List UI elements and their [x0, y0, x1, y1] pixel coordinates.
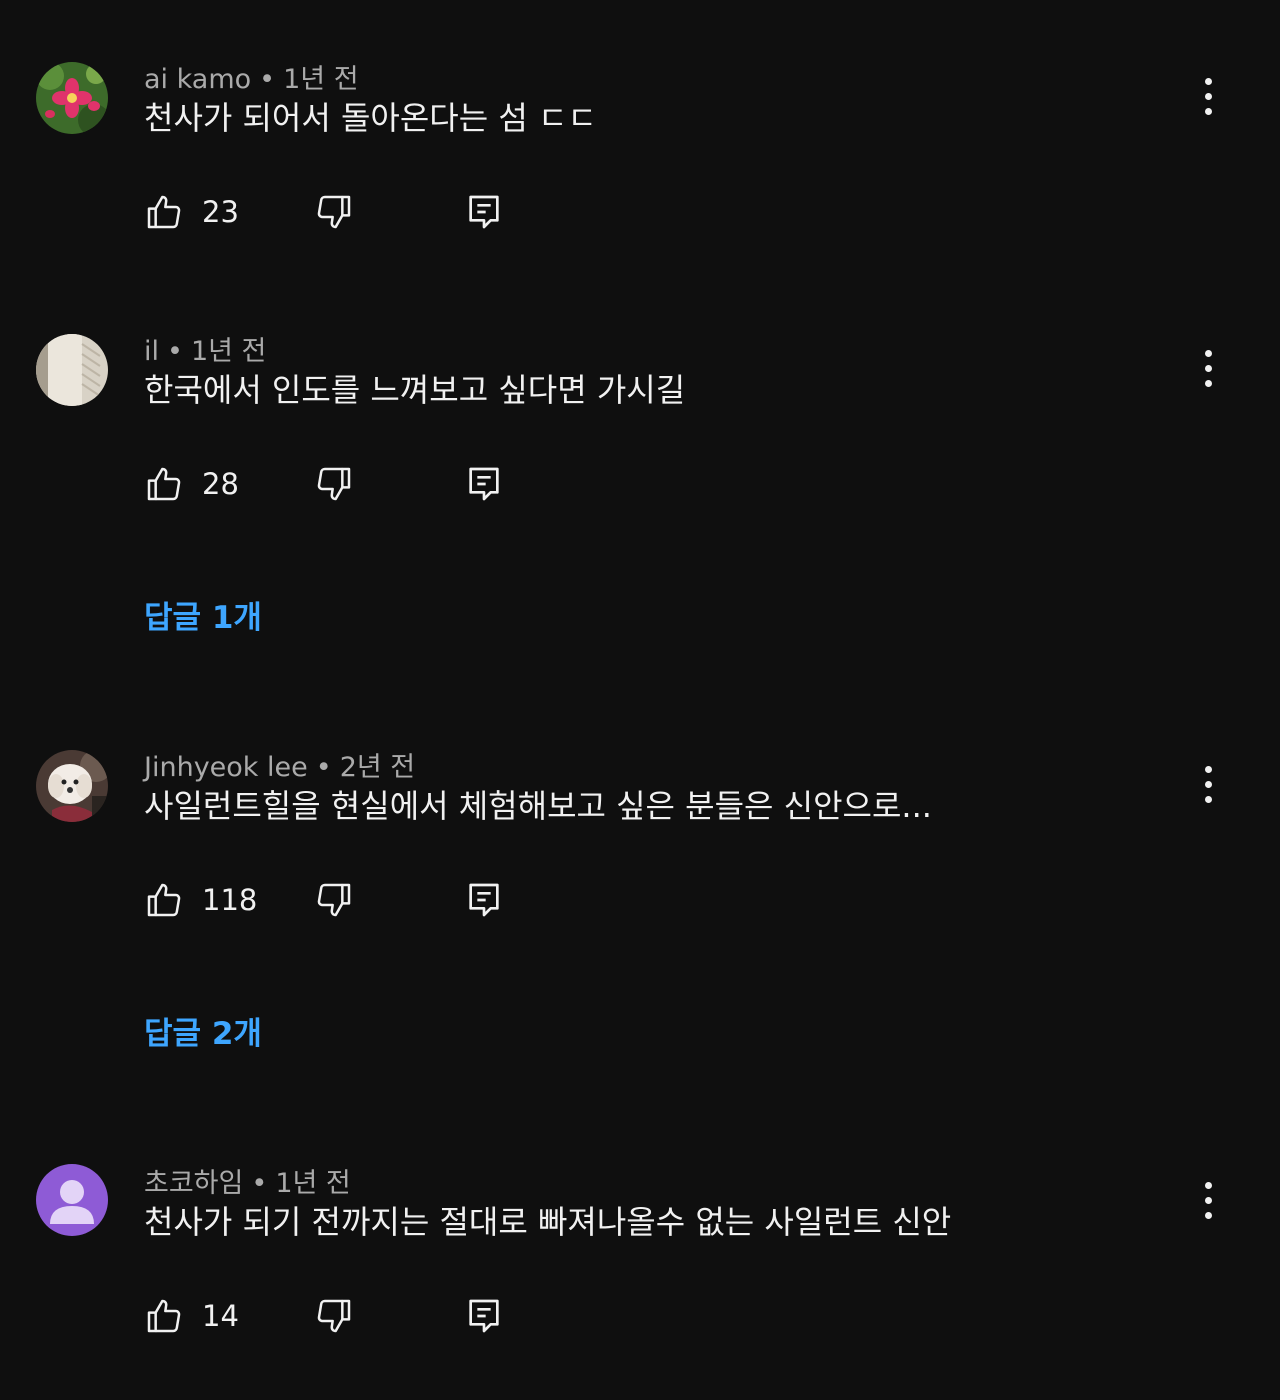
author-name[interactable]: il: [144, 336, 159, 367]
vertical-dots-icon: [1204, 1181, 1212, 1189]
dislike-button[interactable]: [314, 878, 354, 922]
thumbs-up-icon: [147, 883, 181, 917]
comment-meta: ai kamo • 1년 전: [144, 62, 359, 98]
comment-text: 한국에서 인도를 느껴보고 싶다면 가시길: [144, 371, 686, 409]
dislike-button[interactable]: [314, 462, 354, 506]
separator-dot: •: [315, 752, 332, 783]
separator-dot: •: [251, 1168, 268, 1199]
thumbs-up-icon: [147, 467, 181, 501]
comment-reply-icon: [469, 467, 499, 501]
comment-reply-icon: [469, 883, 499, 917]
thumbs-down-icon: [317, 467, 351, 501]
more-options-button[interactable]: [1190, 346, 1226, 390]
like-count: 28: [202, 467, 239, 501]
dislike-button[interactable]: [314, 1294, 354, 1338]
thumbs-down-icon: [317, 1299, 351, 1333]
author-name[interactable]: Jinhyeok lee: [144, 752, 308, 783]
separator-dot: •: [167, 336, 183, 367]
comment-text: 천사가 되기 전까지는 절대로 빠져나올수 없는 사일런트 신안: [144, 1203, 952, 1241]
comment-reply-icon: [469, 195, 499, 229]
like-count: 118: [202, 883, 258, 917]
thumbs-up-icon: [147, 1299, 181, 1333]
like-button[interactable]: 23: [144, 190, 239, 234]
vertical-dots-icon: [1204, 349, 1212, 357]
author-name[interactable]: 초코하임: [144, 1168, 243, 1199]
comment-text: 사일런트힐을 현실에서 체험해보고 싶은 분들은 신안으로...: [144, 787, 932, 825]
more-options-button[interactable]: [1190, 1178, 1226, 1222]
separator-dot: •: [259, 64, 276, 95]
reply-button[interactable]: [464, 1294, 504, 1338]
more-options-button[interactable]: [1190, 74, 1226, 118]
comment-meta: 초코하임 • 1년 전: [144, 1166, 351, 1202]
comment-meta: Jinhyeok lee • 2년 전: [144, 750, 415, 786]
view-replies-link[interactable]: 답글 2개: [144, 1012, 262, 1056]
thumbs-up-icon: [147, 195, 181, 229]
author-name[interactable]: ai kamo: [144, 64, 251, 95]
thumbs-down-icon: [317, 195, 351, 229]
timestamp[interactable]: 1년 전: [283, 64, 358, 95]
like-count: 14: [202, 1299, 239, 1333]
reply-button[interactable]: [464, 462, 504, 506]
like-button[interactable]: 118: [144, 878, 257, 922]
avatar[interactable]: [36, 1164, 108, 1236]
comment-reply-icon: [469, 1299, 499, 1333]
reply-button[interactable]: [464, 190, 504, 234]
thumbs-down-icon: [317, 883, 351, 917]
timestamp[interactable]: 2년 전: [340, 752, 415, 783]
more-options-button[interactable]: [1190, 762, 1226, 806]
like-button[interactable]: 28: [144, 462, 239, 506]
comment-text: 천사가 되어서 돌아온다는 섬 ㄷㄷ: [144, 99, 597, 137]
vertical-dots-icon: [1204, 765, 1212, 773]
avatar[interactable]: [36, 750, 108, 822]
reply-button[interactable]: [464, 878, 504, 922]
view-replies-link[interactable]: 답글 1개: [144, 596, 262, 640]
like-button[interactable]: 14: [144, 1294, 239, 1338]
comment-meta: il • 1년 전: [144, 334, 266, 370]
timestamp[interactable]: 1년 전: [275, 1168, 350, 1199]
avatar[interactable]: [36, 62, 108, 134]
timestamp[interactable]: 1년 전: [191, 336, 266, 367]
vertical-dots-icon: [1204, 77, 1212, 85]
like-count: 23: [202, 195, 239, 229]
avatar[interactable]: [36, 334, 108, 406]
dislike-button[interactable]: [314, 190, 354, 234]
